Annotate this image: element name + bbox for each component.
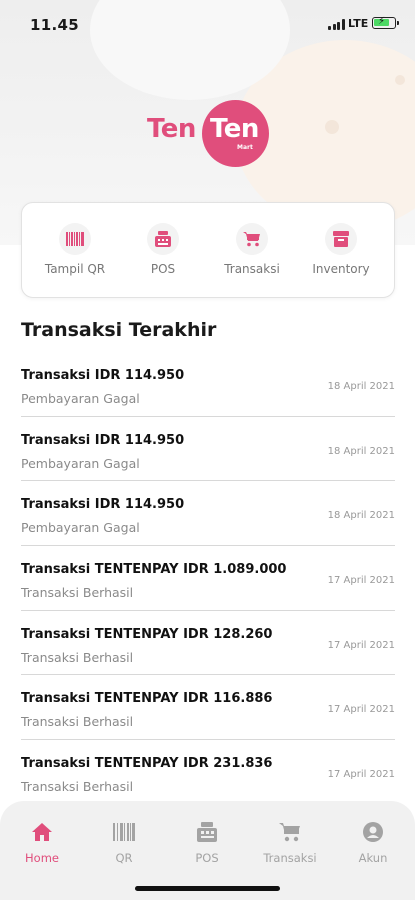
transaction-title: Transaksi TENTENPAY IDR 231.836 — [21, 756, 273, 772]
menu-inventory[interactable]: Inventory — [301, 223, 381, 276]
nav-pos[interactable]: POS — [167, 821, 247, 865]
transaction-title: Transaksi IDR 114.950 — [21, 497, 185, 513]
menu-label: Tampil QR — [44, 262, 106, 276]
nav-home[interactable]: Home — [2, 821, 82, 865]
menu-transaksi[interactable]: Transaksi — [212, 223, 292, 276]
transaction-status: Transaksi Berhasil — [21, 779, 134, 795]
tenten-logo: Ten Ten Mart — [147, 100, 272, 168]
nav-transaksi[interactable]: Transaksi — [250, 821, 330, 865]
transaction-status: Transaksi Berhasil — [21, 649, 134, 665]
logo-word-2: Ten — [210, 114, 259, 144]
transaction-title: Transaksi IDR 114.950 — [21, 432, 185, 448]
transaction-date: 17 April 2021 — [327, 575, 395, 587]
home-indicator — [135, 886, 280, 891]
home-icon — [2, 821, 82, 843]
transaction-date: 18 April 2021 — [327, 445, 395, 457]
section-title: Transaksi Terakhir — [21, 319, 217, 341]
logo-word-1: Ten — [147, 114, 196, 144]
transaction-row[interactable]: Transaksi IDR 114.950 Pembayaran Gagal 1… — [21, 481, 395, 547]
transaction-row[interactable]: Transaksi IDR 114.950 Pembayaran Gagal 1… — [21, 352, 395, 417]
menu-label: Transaksi — [224, 262, 280, 276]
barcode-icon — [84, 821, 164, 843]
cart-icon — [250, 821, 330, 843]
account-icon — [333, 821, 413, 843]
transaction-title: Transaksi TENTENPAY IDR 128.260 — [21, 626, 273, 642]
nav-akun[interactable]: Akun — [333, 821, 413, 865]
transaction-date: 17 April 2021 — [327, 769, 395, 781]
transaction-title: Transaksi TENTENPAY IDR 1.089.000 — [21, 562, 287, 578]
transaction-title: Transaksi TENTENPAY IDR 116.886 — [21, 691, 273, 707]
cart-icon — [236, 223, 268, 255]
signal-icon — [328, 19, 345, 30]
transaction-date: 18 April 2021 — [327, 510, 395, 522]
transaction-row[interactable]: Transaksi IDR 114.950 Pembayaran Gagal 1… — [21, 417, 395, 482]
menu-tampil-qr[interactable]: Tampil QR — [35, 223, 115, 276]
transaction-status: Pembayaran Gagal — [21, 455, 140, 471]
network-label: LTE — [348, 17, 369, 30]
nav-label: Akun — [358, 851, 388, 865]
transaction-row[interactable]: Transaksi TENTENPAY IDR 231.836 Transaks… — [21, 740, 395, 805]
barcode-icon — [59, 223, 91, 255]
transaction-status: Pembayaran Gagal — [21, 520, 140, 536]
transaction-list: Transaksi IDR 114.950 Pembayaran Gagal 1… — [21, 352, 395, 805]
transaction-date: 17 April 2021 — [327, 704, 395, 716]
logo-sub: Mart — [237, 144, 253, 151]
cash-register-icon — [167, 821, 247, 843]
nav-qr[interactable]: QR — [84, 821, 164, 865]
menu-label: POS — [150, 262, 176, 276]
transaction-row[interactable]: Transaksi TENTENPAY IDR 128.260 Transaks… — [21, 611, 395, 676]
transaction-date: 17 April 2021 — [327, 639, 395, 651]
menu-pos[interactable]: POS — [123, 223, 203, 276]
box-icon — [325, 223, 357, 255]
status-bar: 11.45 LTE ⚡ — [0, 0, 415, 50]
nav-label: Transaksi — [263, 851, 317, 865]
transaction-date: 18 April 2021 — [327, 381, 395, 392]
transaction-row[interactable]: Transaksi TENTENPAY IDR 1.089.000 Transa… — [21, 546, 395, 611]
nav-label: Home — [25, 851, 59, 865]
status-time: 11.45 — [30, 16, 79, 34]
transaction-status: Transaksi Berhasil — [21, 585, 134, 601]
battery-icon: ⚡ — [372, 16, 399, 29]
transaction-status: Transaksi Berhasil — [21, 714, 134, 730]
cash-register-icon — [147, 223, 179, 255]
nav-label: POS — [195, 851, 219, 865]
transaction-status: Pembayaran Gagal — [21, 391, 140, 406]
menu-label: Inventory — [312, 262, 370, 276]
transaction-row[interactable]: Transaksi TENTENPAY IDR 116.886 Transaks… — [21, 675, 395, 741]
transaction-title: Transaksi IDR 114.950 — [21, 368, 185, 383]
quick-menu: Tampil QR POS Transaksi Inventory — [21, 202, 395, 298]
nav-label: QR — [115, 851, 133, 865]
